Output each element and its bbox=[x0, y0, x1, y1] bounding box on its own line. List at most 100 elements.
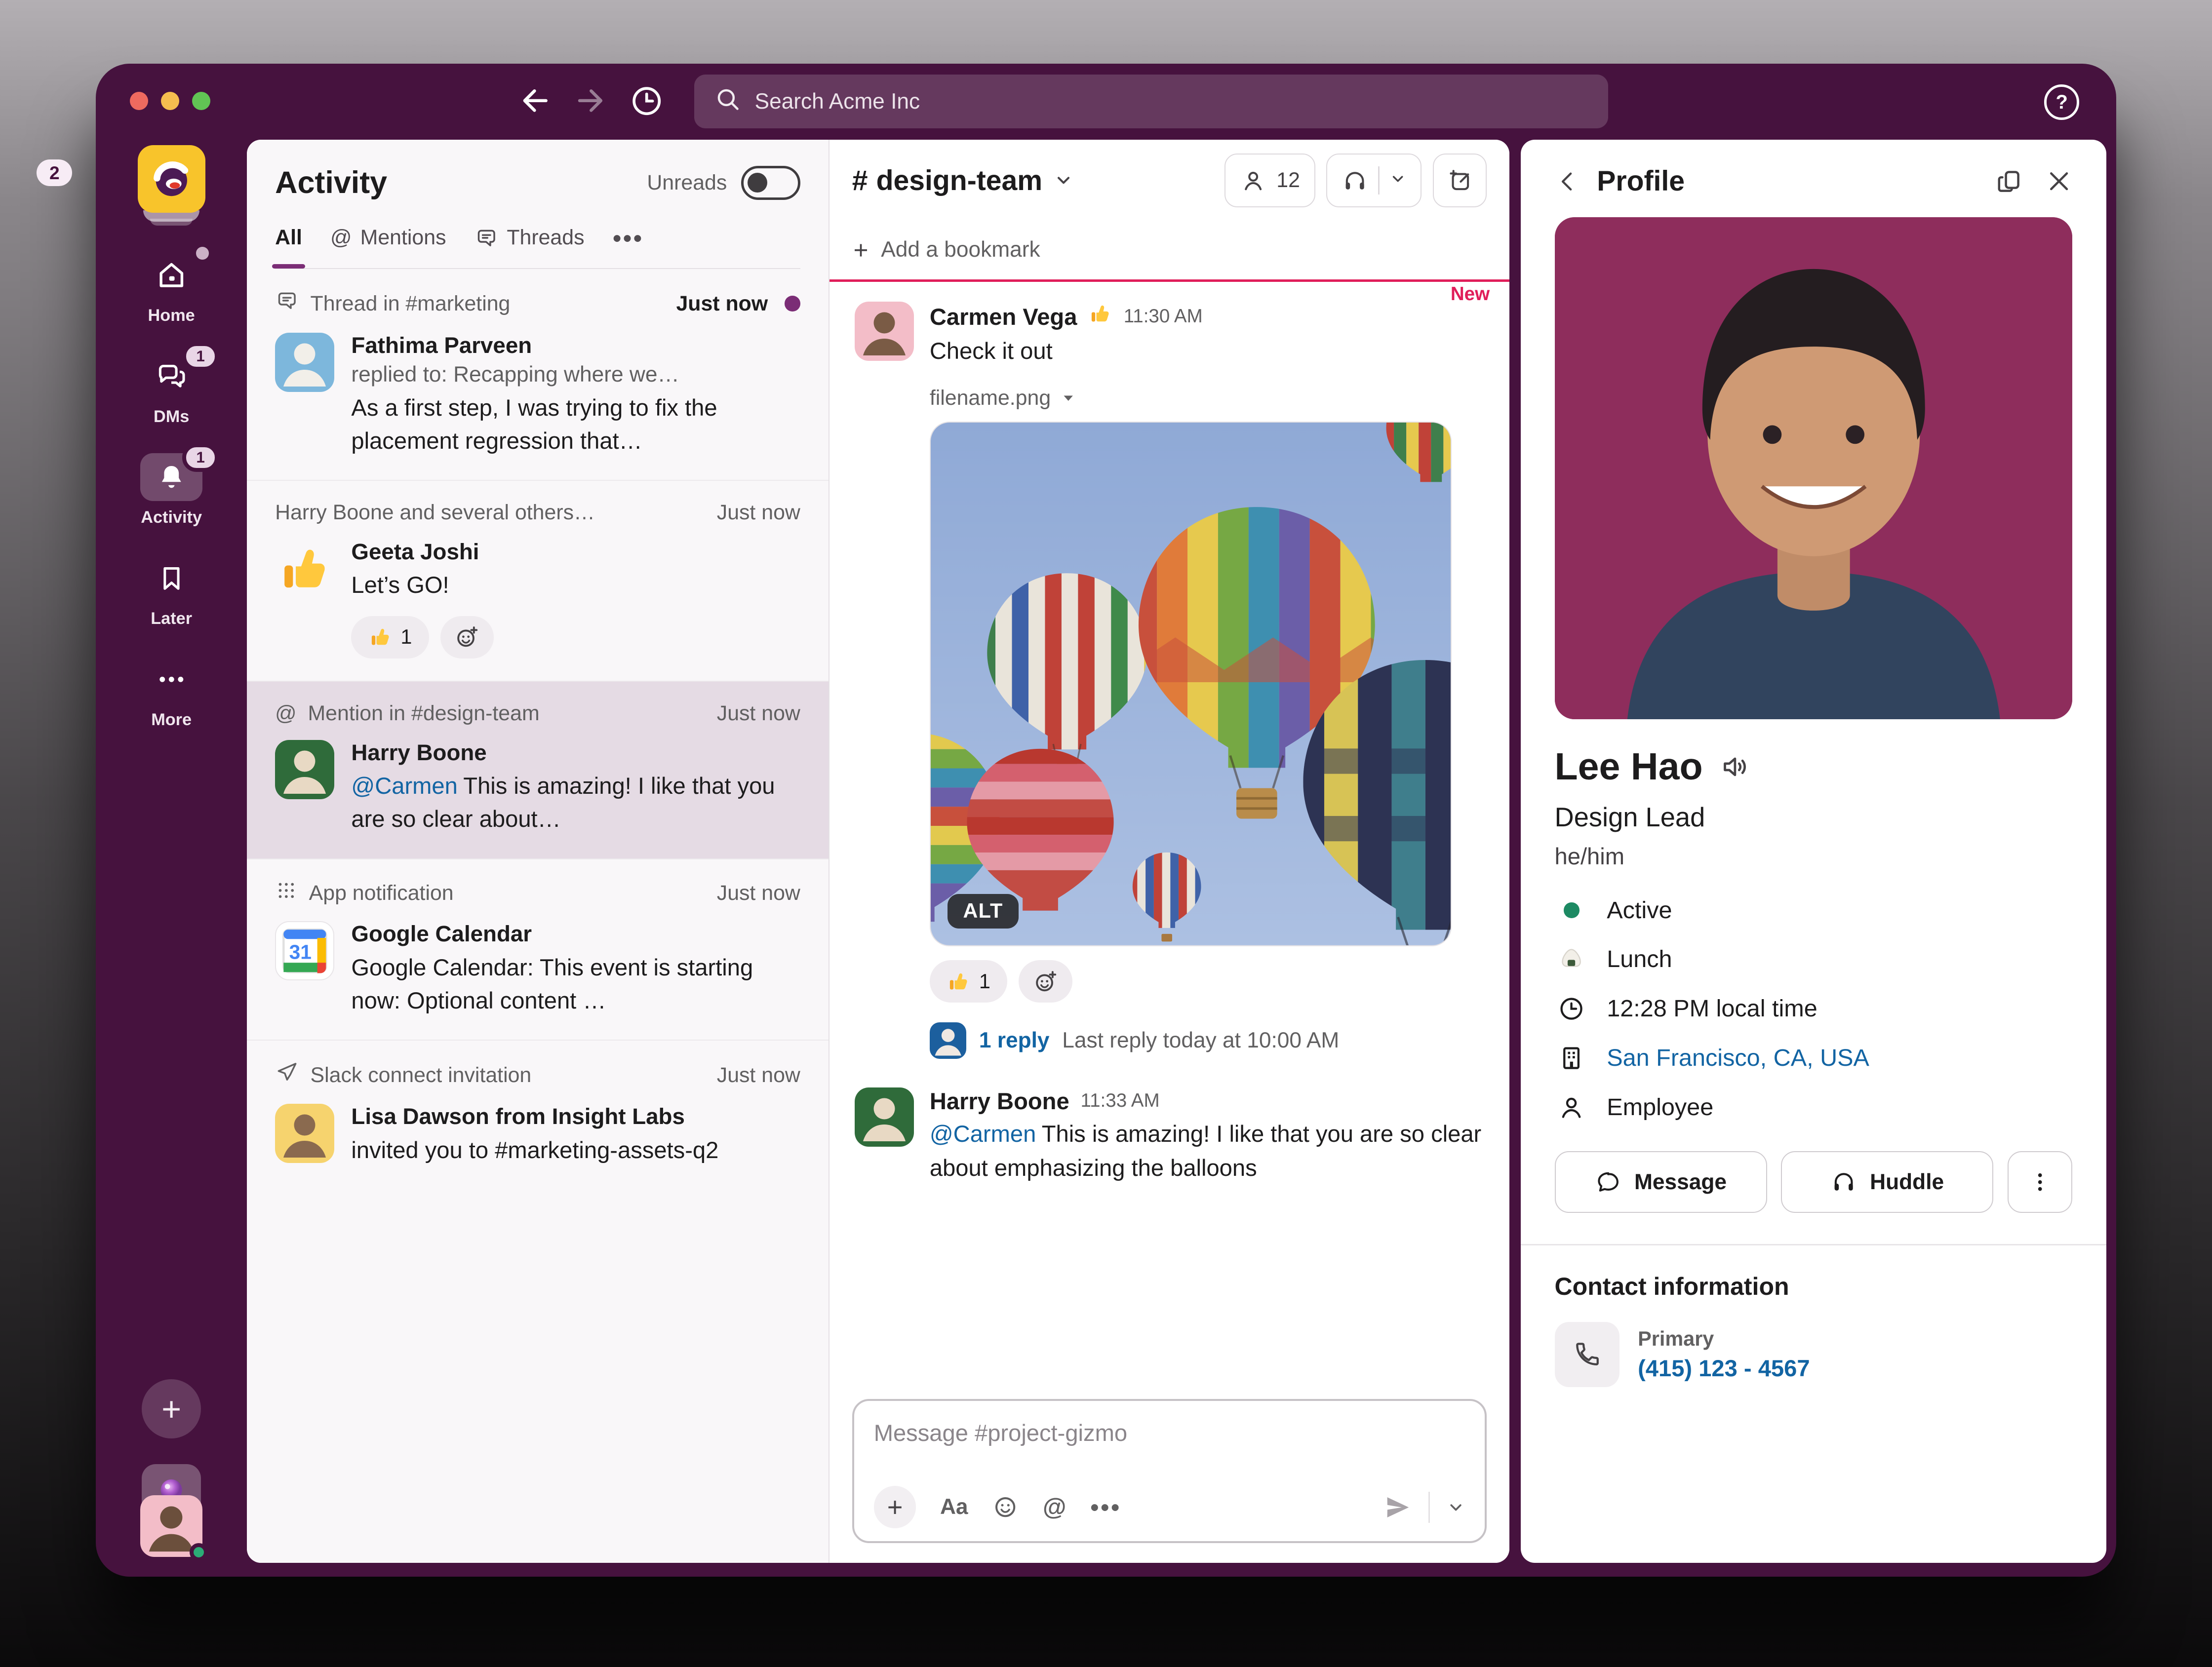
message-input[interactable] bbox=[874, 1419, 1465, 1446]
avatar[interactable] bbox=[855, 302, 914, 361]
emoji-button[interactable] bbox=[992, 1494, 1019, 1520]
hash-icon: # bbox=[852, 164, 868, 197]
sidebar-item-activity[interactable]: 1 Activity bbox=[96, 453, 247, 527]
add-reaction-button[interactable] bbox=[440, 616, 494, 659]
desktop-background: ? 2 bbox=[0, 0, 2212, 1667]
google-calendar-icon bbox=[275, 921, 334, 980]
at-icon: @ bbox=[330, 226, 352, 250]
home-notification-dot bbox=[196, 247, 209, 260]
building-icon bbox=[1555, 1044, 1589, 1072]
huddle-button[interactable] bbox=[1326, 154, 1422, 207]
presence-row: Active bbox=[1555, 896, 2073, 924]
page-title: Activity bbox=[275, 165, 387, 200]
phone-row: Primary (415) 123 - 4567 bbox=[1555, 1322, 2073, 1387]
reaction-pill[interactable]: 1 bbox=[930, 960, 1007, 1003]
unreads-label: Unreads bbox=[647, 171, 727, 195]
sidebar-item-more[interactable]: More bbox=[96, 655, 247, 729]
add-reaction-button[interactable] bbox=[1019, 960, 1072, 1003]
channel-column: # design-team 12 bbox=[830, 140, 1509, 1563]
message-author[interactable]: Harry Boone bbox=[930, 1087, 1069, 1115]
back-icon[interactable] bbox=[519, 84, 552, 117]
thread-reply-bar[interactable]: 1 reply Last reply today at 10:00 AM bbox=[930, 1022, 1484, 1059]
add-bookmark-button[interactable]: + Add a bookmark bbox=[830, 222, 1509, 278]
speaker-icon[interactable] bbox=[1720, 751, 1751, 782]
formatting-button[interactable]: Aa bbox=[940, 1495, 968, 1519]
mention-button[interactable]: @ bbox=[1043, 1493, 1066, 1521]
activity-tabs: All @Mentions Threads ••• bbox=[275, 223, 800, 269]
profile-pronouns: he/him bbox=[1555, 843, 2073, 870]
activity-item-app[interactable]: App notification Just now Google Calenda… bbox=[247, 859, 829, 1041]
activity-item-mention[interactable]: @ Mention in #design-team Just now Harry… bbox=[247, 682, 829, 859]
location-link[interactable]: San Francisco, CA, USA bbox=[1607, 1044, 1869, 1072]
forward-icon[interactable] bbox=[574, 84, 607, 117]
message: Carmen Vega 11:30 AM Check it out filena… bbox=[855, 302, 1484, 1059]
reaction-pill[interactable]: 1 bbox=[351, 616, 429, 659]
window-titlebar: ? bbox=[96, 64, 2116, 140]
send-options-chevron[interactable] bbox=[1447, 1498, 1465, 1516]
help-icon[interactable]: ? bbox=[2044, 84, 2079, 119]
workspace-logo-icon bbox=[138, 145, 205, 213]
back-chevron-icon[interactable] bbox=[1555, 169, 1580, 194]
tab-threads[interactable]: Threads bbox=[474, 226, 585, 265]
onigiri-icon bbox=[1555, 945, 1589, 973]
open-in-window-icon[interactable] bbox=[1995, 167, 2023, 195]
close-window-button[interactable] bbox=[130, 92, 148, 110]
alt-badge[interactable]: ALT bbox=[948, 894, 1019, 929]
unread-dot bbox=[785, 296, 800, 311]
message-composer[interactable]: + Aa @ ••• bbox=[852, 1399, 1487, 1543]
channel-title[interactable]: # design-team bbox=[852, 164, 1073, 197]
message-button[interactable]: Message bbox=[1555, 1151, 1767, 1213]
close-icon[interactable] bbox=[2046, 168, 2072, 194]
sidebar-item-later[interactable]: Later bbox=[96, 554, 247, 628]
profile-photo[interactable] bbox=[1555, 217, 2073, 719]
message: Harry Boone 11:33 AM @CarmenThis is amaz… bbox=[855, 1087, 1484, 1185]
channel-members-button[interactable]: 12 bbox=[1224, 154, 1315, 207]
phone-label: Primary bbox=[1638, 1327, 1810, 1351]
mention-icon: @ bbox=[275, 701, 297, 726]
activity-item-thread[interactable]: Thread in #marketing Just now Fathima Pa… bbox=[247, 269, 829, 481]
huddle-profile-button[interactable]: Huddle bbox=[1781, 1151, 1993, 1213]
new-canvas-button[interactable] bbox=[1433, 154, 1487, 207]
attached-image[interactable]: ALT bbox=[930, 422, 1452, 946]
activity-item-invitation[interactable]: Slack connect invitation Just now Lisa D… bbox=[247, 1041, 829, 1189]
activity-panel: Activity Unreads All @Mentions Threads •… bbox=[247, 140, 830, 1563]
search-bar[interactable] bbox=[694, 75, 1608, 128]
tab-mentions[interactable]: @Mentions bbox=[330, 226, 446, 265]
contact-heading: Contact information bbox=[1555, 1272, 2073, 1301]
thumbs-up-icon bbox=[1088, 302, 1112, 331]
tab-all[interactable]: All bbox=[275, 226, 302, 265]
file-attachment-header[interactable]: filename.png bbox=[930, 386, 1484, 410]
location-row: San Francisco, CA, USA bbox=[1555, 1044, 2073, 1072]
slack-window: ? 2 bbox=[96, 64, 2116, 1577]
activity-badge: 1 bbox=[182, 443, 218, 472]
attach-plus-button[interactable]: + bbox=[874, 1486, 916, 1528]
history-clock-icon[interactable] bbox=[629, 83, 664, 118]
tab-more[interactable]: ••• bbox=[613, 223, 644, 268]
unreads-toggle[interactable] bbox=[741, 166, 800, 200]
profile-name: Lee Hao bbox=[1555, 745, 1703, 789]
profile-role: Design Lead bbox=[1555, 802, 2073, 833]
minimize-window-button[interactable] bbox=[161, 92, 179, 110]
message-timestamp[interactable]: 11:30 AM bbox=[1124, 306, 1203, 327]
create-new-button[interactable]: + bbox=[142, 1379, 201, 1438]
zoom-window-button[interactable] bbox=[192, 92, 210, 110]
sidebar-item-dms[interactable]: 1 DMs bbox=[96, 352, 247, 426]
message-author[interactable]: Carmen Vega bbox=[930, 303, 1077, 330]
send-button[interactable] bbox=[1383, 1493, 1412, 1521]
search-input[interactable] bbox=[755, 89, 1589, 114]
thread-icon bbox=[275, 289, 299, 318]
more-actions-button[interactable]: ••• bbox=[1090, 1492, 1121, 1522]
more-options-button[interactable] bbox=[2008, 1151, 2072, 1213]
apps-grid-icon bbox=[275, 879, 298, 907]
sidebar-item-label: Later bbox=[151, 609, 192, 628]
user-mention[interactable]: @Carmen bbox=[930, 1121, 1036, 1147]
presence-dot bbox=[1564, 902, 1579, 918]
workspace-switcher[interactable] bbox=[138, 145, 205, 224]
activity-item-reaction[interactable]: Harry Boone and several others… Just now… bbox=[247, 481, 829, 682]
sidebar-item-home[interactable]: Home bbox=[96, 251, 247, 325]
message-timestamp[interactable]: 11:33 AM bbox=[1081, 1090, 1160, 1112]
avatar[interactable] bbox=[855, 1087, 914, 1147]
phone-number-link[interactable]: (415) 123 - 4567 bbox=[1638, 1355, 1810, 1382]
traffic-lights bbox=[130, 92, 210, 110]
huddle-chevron-icon[interactable] bbox=[1389, 168, 1406, 193]
